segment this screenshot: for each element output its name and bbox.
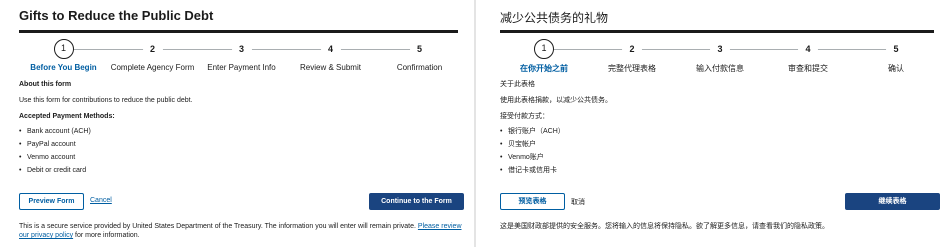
step-2-circle: 2 xyxy=(622,39,642,59)
payment-methods-list: Bank account (ACH) PayPal account Venmo … xyxy=(19,128,464,175)
form-info: 关于此表格 使用此表格捐款，以减少公共债务。 接受付款方式： 银行账户（ACH）… xyxy=(500,81,940,175)
footer-text: 这是美国财政部提供的安全服务。您将输入的信息将保持隐私。欲了解更多信息，请查看我… xyxy=(500,223,829,230)
step-2-label: Complete Agency Form xyxy=(110,63,195,72)
english-panel: Gifts to Reduce the Public Debt 1 Before… xyxy=(0,0,470,247)
list-item: 借记卡或信用卡 xyxy=(500,167,940,176)
about-text: Use this form for contributions to reduc… xyxy=(19,96,193,104)
panel-divider xyxy=(474,0,476,247)
chinese-panel: 减少公共债务的礼物 1 在你开始之前 2 完整代理表格 3 输入付款信息 4 审… xyxy=(480,0,946,247)
step-5: 5 Confirmation xyxy=(375,38,464,76)
step-1: 1 在你开始之前 xyxy=(500,38,588,76)
cancel-link[interactable]: Cancel xyxy=(90,197,112,204)
step-5-circle: 5 xyxy=(409,39,430,59)
methods-heading: Accepted Payment Methods: xyxy=(19,112,115,120)
footer-text: This is a secure service provided by Uni… xyxy=(19,223,418,230)
title-divider xyxy=(500,30,934,33)
step-4-label: 审查和提交 xyxy=(788,64,828,73)
about-heading: About this form xyxy=(19,81,72,88)
step-1: 1 Before You Begin xyxy=(19,38,108,76)
step-4: 4 Review & Submit xyxy=(286,38,375,76)
continue-button[interactable]: Continue to the Form xyxy=(369,193,464,210)
step-3-circle: 3 xyxy=(231,39,252,59)
action-bar: 预览表格 取消 继续表格 xyxy=(500,193,940,210)
about-text: 使用此表格捐款，以减少公共债务。 xyxy=(500,96,612,104)
list-item: 贝宝帐户 xyxy=(500,141,940,150)
title-divider xyxy=(19,30,458,33)
step-5-circle: 5 xyxy=(886,39,906,59)
step-4-circle: 4 xyxy=(798,39,818,59)
step-1-circle: 1 xyxy=(53,39,74,59)
step-3: 3 Enter Payment Info xyxy=(197,38,286,76)
step-1-label: 在你开始之前 xyxy=(520,64,568,73)
step-2: 2 完整代理表格 xyxy=(588,38,676,76)
step-3-circle: 3 xyxy=(710,39,730,59)
about-heading: 关于此表格 xyxy=(500,81,535,88)
step-3: 3 输入付款信息 xyxy=(676,38,764,76)
list-item: Venmo account xyxy=(19,154,464,163)
step-4-label: Review & Submit xyxy=(300,63,361,72)
security-notice: This is a secure service provided by Uni… xyxy=(19,222,464,241)
page-title: Gifts to Reduce the Public Debt xyxy=(19,8,214,23)
list-item: 银行账户（ACH） xyxy=(500,128,940,137)
action-bar: Preview Form Cancel Continue to the Form xyxy=(19,193,464,210)
list-item: Bank account (ACH) xyxy=(19,128,464,137)
step-5: 5 确认 xyxy=(852,38,940,76)
preview-form-button[interactable]: 预览表格 xyxy=(500,193,565,210)
continue-button[interactable]: 继续表格 xyxy=(845,193,940,210)
preview-form-button[interactable]: Preview Form xyxy=(19,193,84,210)
footer-tail: for more information. xyxy=(73,232,140,240)
step-indicator: 1 Before You Begin 2 Complete Agency For… xyxy=(19,38,464,76)
security-notice: 这是美国财政部提供的安全服务。您将输入的信息将保持隐私。欲了解更多信息，请查看我… xyxy=(500,222,940,231)
step-1-label: Before You Begin xyxy=(30,63,97,72)
list-item: PayPal account xyxy=(19,141,464,150)
step-5-label: 确认 xyxy=(888,64,904,73)
form-info: About this form Use this form for contri… xyxy=(19,81,464,175)
step-3-label: Enter Payment Info xyxy=(207,63,276,72)
step-2-label: 完整代理表格 xyxy=(608,64,656,73)
step-4: 4 审查和提交 xyxy=(764,38,852,76)
cancel-link[interactable]: 取消 xyxy=(571,197,585,207)
list-item: Venmo账户 xyxy=(500,154,940,163)
step-2: 2 Complete Agency Form xyxy=(108,38,197,76)
step-indicator: 1 在你开始之前 2 完整代理表格 3 输入付款信息 4 审查和提交 5 确认 xyxy=(500,38,940,76)
payment-methods-list: 银行账户（ACH） 贝宝帐户 Venmo账户 借记卡或信用卡 xyxy=(500,128,940,175)
step-3-label: 输入付款信息 xyxy=(696,64,744,73)
step-2-circle: 2 xyxy=(142,39,163,59)
list-item: Debit or credit card xyxy=(19,167,464,176)
step-5-label: Confirmation xyxy=(396,63,443,72)
step-4-circle: 4 xyxy=(320,39,341,59)
step-1-circle: 1 xyxy=(534,39,554,59)
methods-heading: 接受付款方式： xyxy=(500,112,549,120)
page-title: 减少公共债务的礼物 xyxy=(500,11,609,25)
